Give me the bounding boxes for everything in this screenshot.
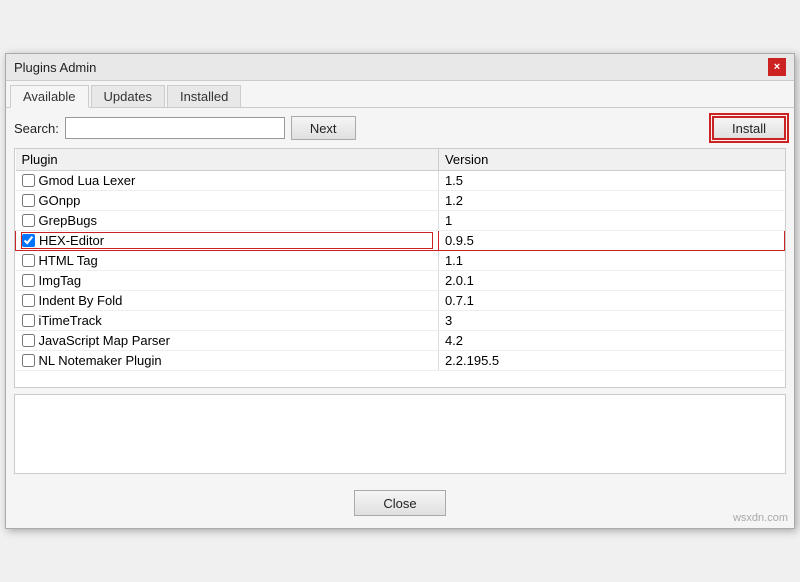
table-row[interactable]: GOnpp 1.2 — [16, 191, 785, 211]
plugin-checkbox[interactable] — [22, 334, 35, 347]
plugin-list-container[interactable]: Plugin Version Gmod Lua Lexer 1.5 GOnpp 1.2… — [14, 148, 786, 388]
table-row[interactable]: ImgTag 2.0.1 — [16, 271, 785, 291]
search-bar: Search: Next Install — [6, 108, 794, 148]
plugin-version: 0.9.5 — [438, 231, 784, 251]
tab-installed[interactable]: Installed — [167, 85, 241, 107]
bottom-bar: Close — [6, 480, 794, 528]
plugin-version: 1.5 — [438, 171, 784, 191]
plugin-name: HTML Tag — [39, 253, 98, 268]
next-button[interactable]: Next — [291, 116, 356, 140]
close-button[interactable]: Close — [354, 490, 445, 516]
plugin-version: 1.2 — [438, 191, 784, 211]
plugins-admin-dialog: Plugins Admin × Available Updates Instal… — [5, 53, 795, 529]
table-row[interactable]: NL Notemaker Plugin 2.2.195.5 — [16, 351, 785, 371]
dialog-title: Plugins Admin — [14, 60, 96, 75]
tab-updates[interactable]: Updates — [91, 85, 165, 107]
plugin-version: 1.1 — [438, 251, 784, 271]
table-header-row: Plugin Version — [16, 149, 785, 171]
plugin-checkbox[interactable] — [22, 294, 35, 307]
title-bar: Plugins Admin × — [6, 54, 794, 81]
plugin-name: Gmod Lua Lexer — [39, 173, 136, 188]
plugin-version: 2.0.1 — [438, 271, 784, 291]
plugin-checkbox[interactable] — [22, 354, 35, 367]
table-row[interactable]: Indent By Fold 0.7.1 — [16, 291, 785, 311]
plugin-name: GOnpp — [39, 193, 81, 208]
plugin-version: 3 — [438, 311, 784, 331]
plugin-name: Indent By Fold — [39, 293, 123, 308]
plugin-version: 2.2.195.5 — [438, 351, 784, 371]
plugin-checkbox[interactable] — [22, 214, 35, 227]
plugin-name: GrepBugs — [39, 213, 98, 228]
description-box — [14, 394, 786, 474]
table-row[interactable]: HTML Tag 1.1 — [16, 251, 785, 271]
plugin-checkbox[interactable] — [22, 194, 35, 207]
plugin-version: 4.2 — [438, 331, 784, 351]
plugin-checkbox[interactable] — [22, 254, 35, 267]
install-button[interactable]: Install — [712, 116, 786, 140]
plugin-checkbox[interactable] — [22, 174, 35, 187]
col-header-plugin: Plugin — [16, 149, 439, 171]
window-close-button[interactable]: × — [768, 58, 786, 76]
plugin-checkbox[interactable] — [22, 314, 35, 327]
search-label: Search: — [14, 121, 59, 136]
tab-bar: Available Updates Installed — [6, 81, 794, 108]
plugin-name: JavaScript Map Parser — [39, 333, 171, 348]
table-row[interactable]: Gmod Lua Lexer 1.5 — [16, 171, 785, 191]
plugin-name: HEX-Editor — [39, 233, 104, 248]
plugin-name: NL Notemaker Plugin — [39, 353, 162, 368]
table-row[interactable]: JavaScript Map Parser 4.2 — [16, 331, 785, 351]
plugin-name: iTimeTrack — [39, 313, 102, 328]
plugin-table: Plugin Version Gmod Lua Lexer 1.5 GOnpp 1.2… — [15, 149, 785, 371]
table-row[interactable]: GrepBugs 1 — [16, 211, 785, 231]
table-row[interactable]: HEX-Editor 0.9.5 — [16, 231, 785, 251]
plugin-version: 0.7.1 — [438, 291, 784, 311]
tab-available[interactable]: Available — [10, 85, 89, 108]
col-header-version: Version — [438, 149, 784, 171]
plugin-version: 1 — [438, 211, 784, 231]
watermark: wsxdn.com — [733, 512, 788, 524]
search-input[interactable] — [65, 117, 285, 139]
search-right: Install — [362, 116, 786, 140]
table-row[interactable]: iTimeTrack 3 — [16, 311, 785, 331]
plugin-checkbox[interactable] — [22, 274, 35, 287]
plugin-name: ImgTag — [39, 273, 82, 288]
plugin-checkbox[interactable] — [22, 234, 35, 247]
